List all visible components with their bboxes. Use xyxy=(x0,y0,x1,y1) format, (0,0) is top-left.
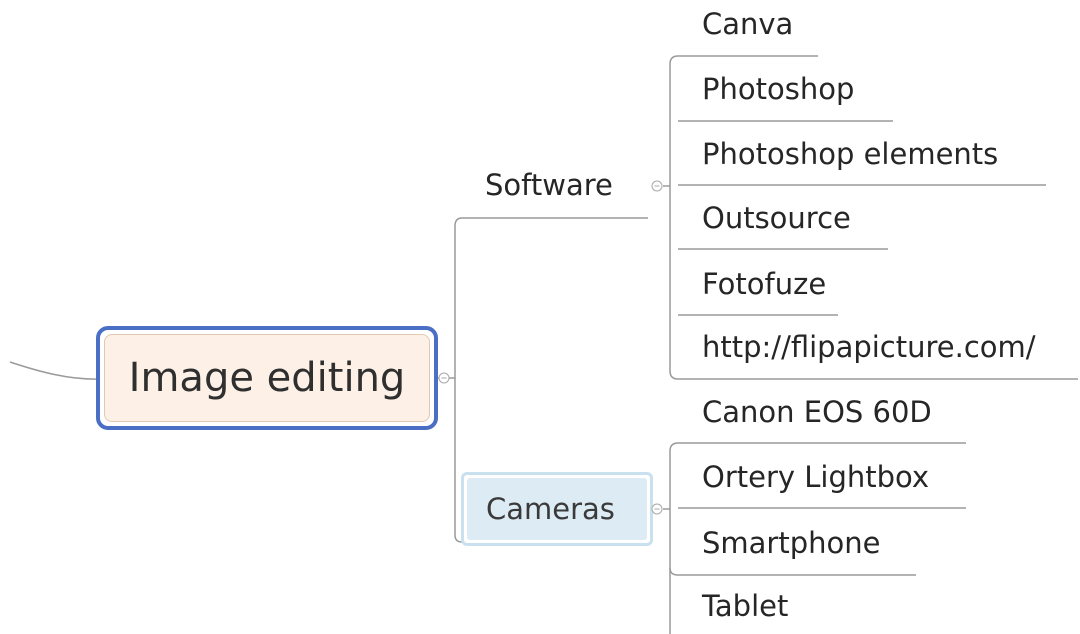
topic-canva[interactable]: Canva xyxy=(702,10,793,39)
topic-flipapicture-link[interactable]: http://flipapicture.com/ xyxy=(702,333,1036,362)
topic-photoshop-elements[interactable]: Photoshop elements xyxy=(702,140,998,169)
minus-circle-icon[interactable] xyxy=(651,503,663,515)
branch-software-label[interactable]: Software xyxy=(485,171,613,200)
topic-smartphone[interactable]: Smartphone xyxy=(702,529,880,558)
mind-map: Image editing Software Canva Photoshop P… xyxy=(0,0,1080,634)
root-topic[interactable]: Image editing xyxy=(96,326,438,430)
root-topic-label: Image editing xyxy=(128,355,406,401)
minus-circle-icon[interactable] xyxy=(651,180,663,192)
topic-canon-eos-60d[interactable]: Canon EOS 60D xyxy=(702,398,932,427)
minus-circle-icon[interactable] xyxy=(438,372,450,384)
topic-fotofuze[interactable]: Fotofuze xyxy=(702,270,826,299)
topic-photoshop[interactable]: Photoshop xyxy=(702,75,854,104)
branch-cameras-label: Cameras xyxy=(486,492,615,526)
topic-tablet[interactable]: Tablet xyxy=(702,592,788,621)
topic-ortery-lightbox[interactable]: Ortery Lightbox xyxy=(702,463,929,492)
topic-outsource[interactable]: Outsource xyxy=(702,204,851,233)
